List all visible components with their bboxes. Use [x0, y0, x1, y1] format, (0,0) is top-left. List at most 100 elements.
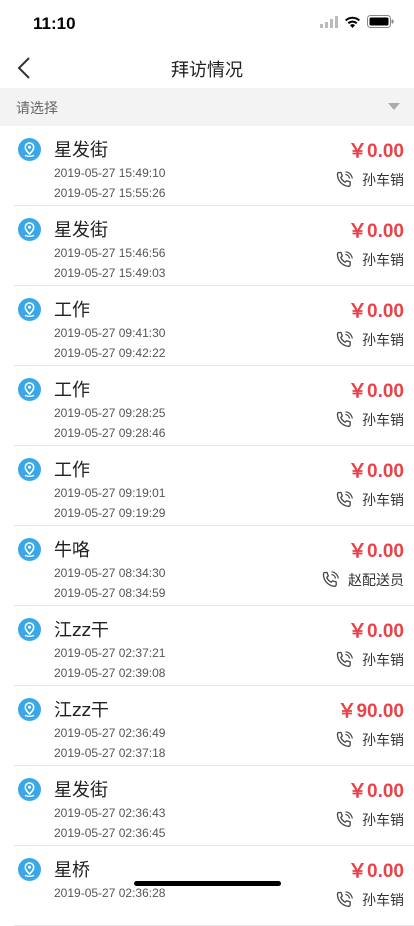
contact[interactable]: 孙车销 [334, 410, 404, 430]
visit-amount: ￥0.00 [348, 781, 404, 802]
visit-start-time: 2019-05-27 09:41:30 [54, 326, 166, 340]
visit-amount: ￥0.00 [348, 861, 404, 882]
location-pin-icon [18, 298, 41, 321]
filter-dropdown[interactable]: 请选择 [0, 88, 414, 126]
visit-person: 赵配送员 [348, 573, 404, 589]
visit-start-time: 2019-05-27 02:37:21 [54, 646, 166, 660]
visit-row[interactable]: 工作 2019-05-27 09:19:01 2019-05-27 09:19:… [14, 446, 414, 526]
visit-place: 工作 [54, 300, 90, 321]
visit-end-time: 2019-05-27 02:39:08 [54, 666, 166, 680]
visit-end-time: 2019-05-27 09:42:22 [54, 346, 166, 360]
contact[interactable]: 孙车销 [334, 330, 404, 350]
status-time: 11:10 [33, 14, 76, 33]
filter-label: 请选择 [16, 101, 58, 117]
visit-start-time: 2019-05-27 02:36:49 [54, 726, 166, 740]
phone-icon [336, 251, 353, 267]
visit-row[interactable]: 星发街 2019-05-27 15:49:10 2019-05-27 15:55… [14, 126, 414, 206]
visit-row[interactable]: 江zz干 2019-05-27 02:36:49 2019-05-27 02:3… [14, 686, 414, 766]
contact[interactable]: 孙车销 [334, 490, 404, 510]
visit-end-time: 2019-05-27 15:55:26 [54, 186, 166, 200]
visit-row[interactable]: 星发街 2019-05-27 02:36:43 2019-05-27 02:36… [14, 766, 414, 846]
contact[interactable]: 孙车销 [334, 650, 404, 670]
visit-amount: ￥0.00 [348, 381, 404, 402]
visit-place: 牛咯 [54, 540, 90, 561]
signal-icon [320, 15, 338, 28]
contact[interactable]: 赵配送员 [320, 570, 404, 590]
location-pin-icon [18, 138, 41, 161]
visit-person: 孙车销 [362, 893, 404, 909]
phone-icon [336, 491, 353, 507]
status-icons [320, 15, 394, 28]
location-pin-icon [18, 378, 41, 401]
visit-start-time: 2019-05-27 15:49:10 [54, 166, 166, 180]
visit-amount: ￥0.00 [348, 541, 404, 562]
contact[interactable]: 孙车销 [334, 810, 404, 830]
location-pin-icon [18, 218, 41, 241]
caret-down-icon [388, 103, 400, 110]
location-pin-icon [18, 698, 41, 721]
visit-amount: ￥0.00 [348, 141, 404, 162]
phone-icon [336, 891, 353, 907]
visit-start-time: 2019-05-27 09:28:25 [54, 406, 166, 420]
phone-icon [336, 411, 353, 427]
contact[interactable]: 孙车销 [334, 890, 404, 910]
visit-row[interactable]: 工作 2019-05-27 09:41:30 2019-05-27 09:42:… [14, 286, 414, 366]
visit-end-time: 2019-05-27 09:19:29 [54, 506, 166, 520]
visit-amount: ￥0.00 [348, 461, 404, 482]
visit-place: 江zz干 [54, 700, 109, 721]
visit-place: 星发街 [54, 780, 108, 801]
visit-start-time: 2019-05-27 09:19:01 [54, 486, 166, 500]
visit-person: 孙车销 [362, 253, 404, 269]
visit-person: 孙车销 [362, 493, 404, 509]
phone-icon [336, 171, 353, 187]
visit-row[interactable]: 工作 2019-05-27 09:28:25 2019-05-27 09:28:… [14, 366, 414, 446]
visit-amount: ￥90.00 [337, 701, 404, 722]
visit-start-time: 2019-05-27 08:34:30 [54, 566, 166, 580]
contact[interactable]: 孙车销 [334, 170, 404, 190]
phone-icon [336, 731, 353, 747]
visit-row[interactable]: 星发街 2019-05-27 15:46:56 2019-05-27 15:49… [14, 206, 414, 286]
visit-row[interactable]: 星桥 2019-05-27 02:36:28 ￥0.00 孙车销 [14, 846, 414, 926]
visit-place: 星桥 [54, 860, 90, 881]
phone-icon [322, 571, 339, 587]
contact[interactable]: 孙车销 [334, 250, 404, 270]
visit-amount: ￥0.00 [348, 301, 404, 322]
location-pin-icon [18, 778, 41, 801]
visit-person: 孙车销 [362, 333, 404, 349]
visit-person: 孙车销 [362, 733, 404, 749]
status-bar: 11:10 [0, 0, 414, 48]
visit-place: 星发街 [54, 140, 108, 161]
visit-place: 星发街 [54, 220, 108, 241]
visit-place: 工作 [54, 380, 90, 401]
visit-place: 工作 [54, 460, 90, 481]
phone-icon [336, 811, 353, 827]
visit-amount: ￥0.00 [348, 221, 404, 242]
location-pin-icon [18, 538, 41, 561]
visit-row[interactable]: 江zz干 2019-05-27 02:37:21 2019-05-27 02:3… [14, 606, 414, 686]
phone-icon [336, 651, 353, 667]
visit-start-time: 2019-05-27 02:36:43 [54, 806, 166, 820]
contact[interactable]: 孙车销 [334, 730, 404, 750]
visit-start-time: 2019-05-27 15:46:56 [54, 246, 166, 260]
visit-person: 孙车销 [362, 813, 404, 829]
location-pin-icon [18, 458, 41, 481]
location-pin-icon [18, 858, 41, 881]
wifi-icon [345, 16, 360, 28]
visit-end-time: 2019-05-27 09:28:46 [54, 426, 166, 440]
visit-end-time: 2019-05-27 15:49:03 [54, 266, 166, 280]
battery-icon [367, 15, 394, 28]
visit-person: 孙车销 [362, 413, 404, 429]
visit-start-time: 2019-05-27 02:36:28 [54, 886, 166, 900]
visit-end-time: 2019-05-27 02:37:18 [54, 746, 166, 760]
home-indicator [134, 881, 281, 886]
navigation-bar: 拜访情况 [0, 48, 414, 88]
location-pin-icon [18, 618, 41, 641]
visit-list: 星发街 2019-05-27 15:49:10 2019-05-27 15:55… [0, 126, 414, 926]
visit-row[interactable]: 牛咯 2019-05-27 08:34:30 2019-05-27 08:34:… [14, 526, 414, 606]
visit-end-time: 2019-05-27 08:34:59 [54, 586, 166, 600]
visit-place: 江zz干 [54, 620, 109, 641]
visit-person: 孙车销 [362, 653, 404, 669]
visit-end-time: 2019-05-27 02:36:45 [54, 826, 166, 840]
phone-icon [336, 331, 353, 347]
visit-person: 孙车销 [362, 173, 404, 189]
